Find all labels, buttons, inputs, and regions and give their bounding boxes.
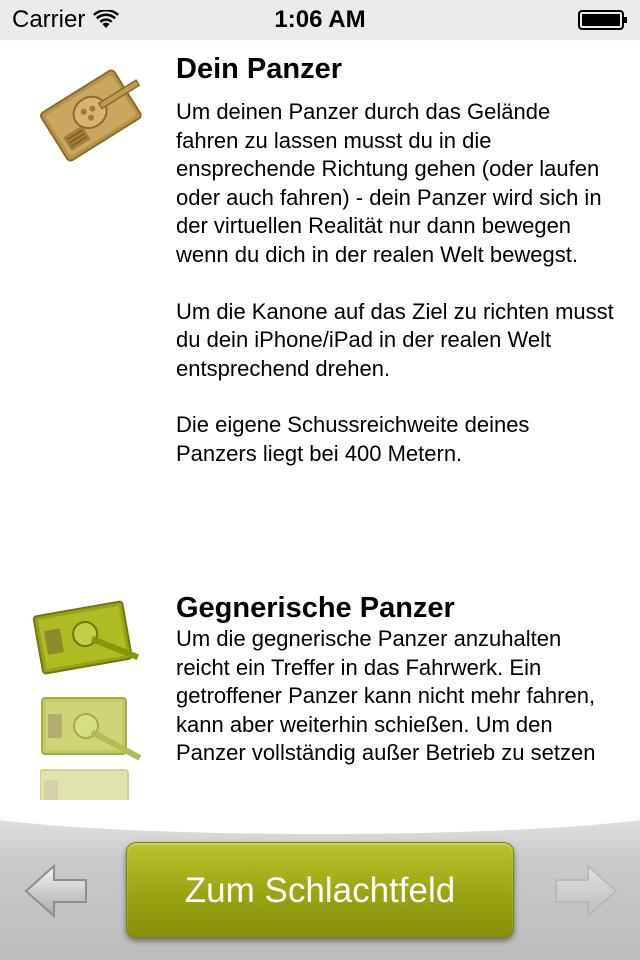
help-content[interactable]: Dein Panzer Um deinen Panzer durch das G…: [0, 40, 640, 800]
bottom-toolbar: Zum Schlachtfeld: [0, 800, 640, 960]
section-paragraph: Um deinen Panzer durch das Gelände fahre…: [176, 99, 602, 267]
section-paragraph: Um die gegnerische Panzer anzuhalten rei…: [176, 626, 596, 766]
toolbar-curve: [0, 800, 640, 834]
section-title: Dein Panzer: [176, 53, 342, 85]
back-arrow-icon[interactable]: [22, 862, 90, 920]
section-title: Gegnerische Panzer: [176, 592, 455, 624]
status-bar: Carrier 1:06 AM: [0, 0, 640, 40]
own-tank-icon: [40, 69, 142, 162]
enemy-tank-icon: [40, 769, 129, 800]
enemy-tank-icon: [32, 600, 140, 675]
status-time: 1:06 AM: [274, 6, 366, 33]
forward-arrow-icon[interactable]: [552, 862, 620, 920]
enemy-tank-icon: [41, 697, 142, 761]
section-paragraph: Die eigene Schussreichweite deines Panze…: [176, 412, 530, 466]
section-own-tank: Dein Panzer Um deinen Panzer durch das G…: [176, 52, 616, 497]
section-enemy-tanks: Gegnerische Panzer Um die gegnerische Pa…: [176, 591, 616, 796]
battlefield-button[interactable]: Zum Schlachtfeld: [126, 842, 514, 938]
battery-icon: [578, 10, 627, 30]
section-paragraph: Um die Kanone auf das Ziel zu richten mu…: [176, 298, 614, 381]
